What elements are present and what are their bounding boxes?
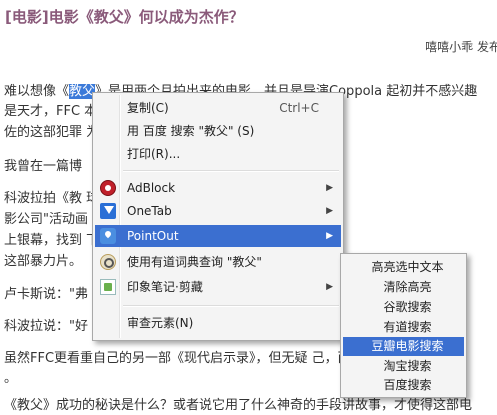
menu-item-evernote-clip[interactable]: 印象笔记·剪藏 ▶ — [95, 276, 341, 298]
menu-item-shortcut: Ctrl+C — [279, 101, 319, 115]
pointout-submenu: 高亮选中文本 清除高亮 谷歌搜索 有道搜索 豆瓣电影搜索 淘宝搜索 百度搜索 — [340, 253, 467, 398]
onetab-icon — [100, 203, 116, 219]
submenu-item-highlight[interactable]: 高亮选中文本 — [343, 258, 464, 277]
article-line-4: 我曾在一篇博 — [4, 159, 83, 174]
article-line-8: 这部暴力片。 — [4, 254, 83, 269]
article-line-13: 《教父》成功的秘诀是什么？或者说它用了什么神奇的手段讲故事，才使得这部电 — [4, 398, 473, 413]
article-byline[interactable]: 嘻嘻小乖 发布 — [425, 38, 497, 55]
menu-item-copy[interactable]: 复制(C) Ctrl+C — [95, 97, 341, 119]
submenu-item-baidu-search[interactable]: 百度搜索 — [343, 376, 464, 395]
page-article-title: [电影]电影《教父》何以成为杰作？ — [5, 8, 244, 26]
menu-item-label: AdBlock — [127, 181, 176, 195]
submenu-item-youdao-search[interactable]: 有道搜索 — [343, 318, 464, 337]
submenu-item-taobao-search[interactable]: 淘宝搜索 — [343, 357, 464, 376]
menu-item-label: OneTab — [127, 204, 172, 218]
menu-item-pointout[interactable]: PointOut ▶ — [95, 225, 341, 247]
menu-item-label: 用 百度 搜索 "教父" (S) — [127, 124, 255, 138]
youdao-dictionary-icon — [100, 254, 116, 270]
submenu-item-google-search[interactable]: 谷歌搜索 — [343, 298, 464, 317]
menu-item-youdao-lookup[interactable]: 使用有道词典查询 "教父" — [95, 251, 341, 273]
submenu-arrow-icon: ▶ — [326, 206, 333, 216]
article-line-9: 卢卡斯说："弗 — [4, 287, 88, 302]
submenu-arrow-icon: ▶ — [326, 231, 333, 241]
menu-item-label: 审查元素(N) — [127, 316, 194, 330]
article-line-10: 科波拉说："好 — [4, 319, 88, 334]
menu-item-label: PointOut — [127, 229, 179, 243]
submenu-item-douban-movie-search[interactable]: 豆瓣电影搜索 — [343, 337, 464, 356]
pointout-icon — [100, 228, 116, 244]
context-menu: 复制(C) Ctrl+C 用 百度 搜索 "教父" (S) 打印(R)... A… — [92, 92, 344, 341]
submenu-arrow-icon: ▶ — [326, 183, 333, 193]
menu-item-label: 打印(R)... — [127, 147, 181, 161]
menu-item-inspect-element[interactable]: 审查元素(N) — [95, 312, 341, 334]
adblock-icon — [100, 180, 116, 196]
submenu-arrow-icon: ▶ — [326, 282, 333, 292]
article-line-12: 。 — [4, 371, 18, 386]
menu-separator — [123, 305, 339, 307]
menu-item-label: 印象笔记·剪藏 — [127, 280, 203, 294]
submenu-item-clear-highlight[interactable]: 清除高亮 — [343, 278, 464, 297]
menu-separator — [123, 170, 339, 172]
line-text: 难以想像《 — [4, 84, 70, 99]
menu-item-print[interactable]: 打印(R)... — [95, 143, 341, 165]
menu-item-search-baidu[interactable]: 用 百度 搜索 "教父" (S) — [95, 120, 341, 142]
evernote-icon — [100, 279, 116, 295]
menu-item-onetab[interactable]: OneTab ▶ — [95, 200, 341, 222]
menu-item-label: 复制(C) — [127, 101, 169, 115]
menu-item-label: 使用有道词典查询 "教父" — [127, 255, 262, 269]
menu-item-adblock[interactable]: AdBlock ▶ — [95, 177, 341, 199]
article-line-11: 虽然FFC更看重自己的另一部《现代启示录》，但无疑 己，而 — [4, 351, 351, 366]
